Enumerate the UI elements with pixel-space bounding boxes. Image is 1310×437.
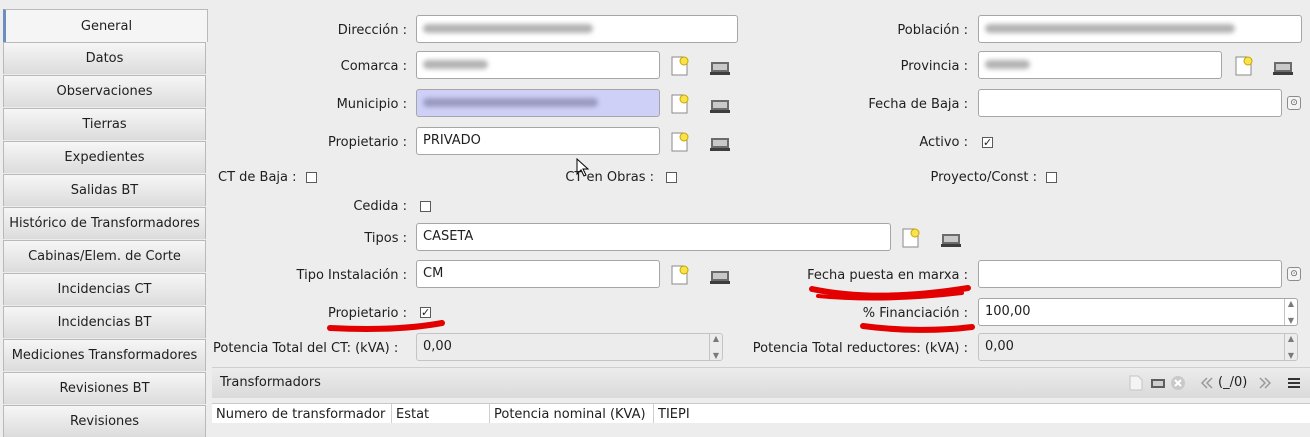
- provincia-label: Provincia :: [900, 59, 968, 74]
- propietario2-checkbox[interactable]: ✓: [420, 307, 431, 318]
- tab-label: Incidencias CT: [57, 282, 152, 297]
- tab-cabinas-elem-de-corte[interactable]: Cabinas/Elem. de Corte: [3, 240, 206, 272]
- ct-obras-label: CT en Obras :: [565, 170, 654, 185]
- folder-icon[interactable]: [709, 265, 731, 287]
- activo-label: Activo :: [919, 135, 968, 150]
- new-document-icon[interactable]: [1233, 55, 1255, 77]
- menu-icon[interactable]: [1286, 375, 1302, 391]
- tab-general[interactable]: General: [3, 9, 208, 42]
- new-document-icon[interactable]: [669, 93, 691, 115]
- activo-checkbox[interactable]: ✓: [982, 137, 993, 148]
- transformadors-title: Transformadors: [220, 375, 321, 390]
- provincia-field[interactable]: [978, 51, 1222, 79]
- propietario2-label: Propietario :: [328, 306, 407, 321]
- tab-tierras[interactable]: Tierras: [3, 108, 206, 140]
- calendar-icon[interactable]: ⊙: [1287, 267, 1301, 281]
- tab-label: General: [80, 18, 133, 34]
- column-header[interactable]: TIEPI: [654, 404, 734, 423]
- calendar-icon[interactable]: ⊙: [1287, 96, 1301, 110]
- fecha-baja-field[interactable]: [978, 89, 1282, 117]
- propietario-field[interactable]: PRIVADO: [416, 127, 660, 155]
- cedida-checkbox[interactable]: [420, 201, 431, 212]
- tab-label: Tierras: [82, 117, 127, 132]
- comarca-field[interactable]: [416, 51, 660, 79]
- previous-icon[interactable]: [1198, 375, 1214, 391]
- potencia-total-spinner[interactable]: ▲ ▼: [709, 334, 722, 360]
- new-record-icon[interactable]: [1128, 375, 1144, 391]
- tab-label: Datos: [85, 51, 124, 66]
- financiacion-value: 100,00: [985, 304, 1031, 319]
- direccion-label: Dirección :: [337, 23, 407, 38]
- transformadors-toolbar: Transformadors (_/0): [212, 367, 1310, 398]
- tab-label: Expedientes: [64, 150, 145, 165]
- potencia-reductores-value: 0,00: [985, 339, 1014, 354]
- new-document-icon[interactable]: [669, 55, 691, 77]
- potencia-reductores-label: Potencia Total reductores: (kVA) :: [752, 341, 968, 356]
- tab-label: Incidencias BT: [57, 315, 152, 330]
- proyecto-label: Proyecto/Const :: [930, 170, 1037, 185]
- proyecto-checkbox[interactable]: [1046, 172, 1057, 183]
- comarca-label: Comarca :: [340, 59, 407, 74]
- column-header[interactable]: Potencia nominal (KVA): [490, 404, 654, 423]
- tab-revisiones[interactable]: Revisiones: [3, 405, 206, 437]
- potencia-total-label: Potencia Total del CT: (kVA) :: [213, 341, 399, 356]
- tab-incidencias-bt[interactable]: Incidencias BT: [3, 306, 206, 338]
- folder-icon[interactable]: [709, 94, 731, 116]
- tipos-field[interactable]: CASETA: [416, 223, 891, 251]
- tab-observaciones[interactable]: Observaciones: [3, 75, 206, 107]
- potencia-reductores-spinner[interactable]: ▲ ▼: [1284, 334, 1297, 360]
- tab-salidas-bt[interactable]: Salidas BT: [3, 174, 206, 206]
- folder-icon[interactable]: [1150, 375, 1166, 391]
- potencia-total-value: 0,00: [423, 339, 452, 354]
- next-icon[interactable]: [1258, 375, 1274, 391]
- ct-baja-label: CT de Baja :: [218, 170, 297, 185]
- ct-obras-checkbox[interactable]: [666, 172, 677, 183]
- financiacion-spinner[interactable]: ▲ ▼: [1284, 299, 1297, 325]
- new-document-icon[interactable]: [900, 227, 922, 249]
- column-header[interactable]: Estat: [392, 404, 490, 423]
- financiacion-field[interactable]: 100,00 ▲ ▼: [978, 298, 1298, 326]
- fecha-baja-label: Fecha de Baja :: [868, 97, 968, 112]
- sidebar: General Datos Observaciones Tierras Expedien…: [3, 9, 208, 437]
- folder-icon[interactable]: [709, 132, 731, 154]
- poblacion-label: Población :: [897, 23, 968, 38]
- tipo-instalacion-field[interactable]: CM: [416, 260, 660, 288]
- cedida-label: Cedida :: [353, 199, 407, 214]
- tipo-instalacion-label: Tipo Instalación :: [296, 268, 407, 283]
- tab-label: Observaciones: [56, 84, 153, 99]
- tab-label: Histórico de Transformadores: [9, 216, 200, 231]
- municipio-label: Municipio :: [336, 97, 407, 112]
- fecha-puesta-field[interactable]: [978, 260, 1282, 288]
- new-document-icon[interactable]: [669, 264, 691, 286]
- fecha-puesta-label: Fecha puesta en marxa :: [807, 268, 968, 283]
- tab-label: Revisiones BT: [59, 381, 150, 396]
- folder-icon[interactable]: [709, 56, 731, 78]
- potencia-reductores-field[interactable]: 0,00 ▲ ▼: [978, 333, 1298, 361]
- tab-incidencias-ct[interactable]: Incidencias CT: [3, 273, 206, 305]
- direccion-field[interactable]: [416, 15, 738, 43]
- tab-hist-rico-de-transformadores[interactable]: Histórico de Transformadores: [3, 207, 206, 239]
- record-count: (_/0): [1218, 375, 1248, 390]
- tab-mediciones-transformadores[interactable]: Mediciones Transformadores: [3, 339, 206, 371]
- tab-label: Salidas BT: [70, 183, 139, 198]
- tipos-label: Tipos :: [364, 231, 407, 246]
- tab-expedientes[interactable]: Expedientes: [3, 141, 206, 173]
- delete-icon[interactable]: [1170, 375, 1186, 391]
- propietario-label: Propietario :: [328, 135, 407, 150]
- tab-datos[interactable]: Datos: [3, 42, 206, 74]
- poblacion-field[interactable]: [978, 15, 1302, 43]
- transformadors-table-header: Numero de transformador Estat Potencia n…: [212, 403, 1310, 423]
- municipio-field[interactable]: [416, 89, 660, 117]
- tab-label: Mediciones Transformadores: [11, 348, 198, 363]
- ct-baja-checkbox[interactable]: [306, 172, 317, 183]
- column-header[interactable]: Numero de transformador: [212, 404, 392, 423]
- tab-label: Cabinas/Elem. de Corte: [28, 249, 181, 264]
- financiacion-label: % Financiación :: [862, 306, 968, 321]
- tab-revisiones-bt[interactable]: Revisiones BT: [3, 372, 206, 404]
- new-document-icon[interactable]: [669, 131, 691, 153]
- potencia-total-field[interactable]: 0,00 ▲ ▼: [416, 333, 723, 361]
- folder-icon[interactable]: [1272, 56, 1294, 78]
- folder-icon[interactable]: [940, 228, 962, 250]
